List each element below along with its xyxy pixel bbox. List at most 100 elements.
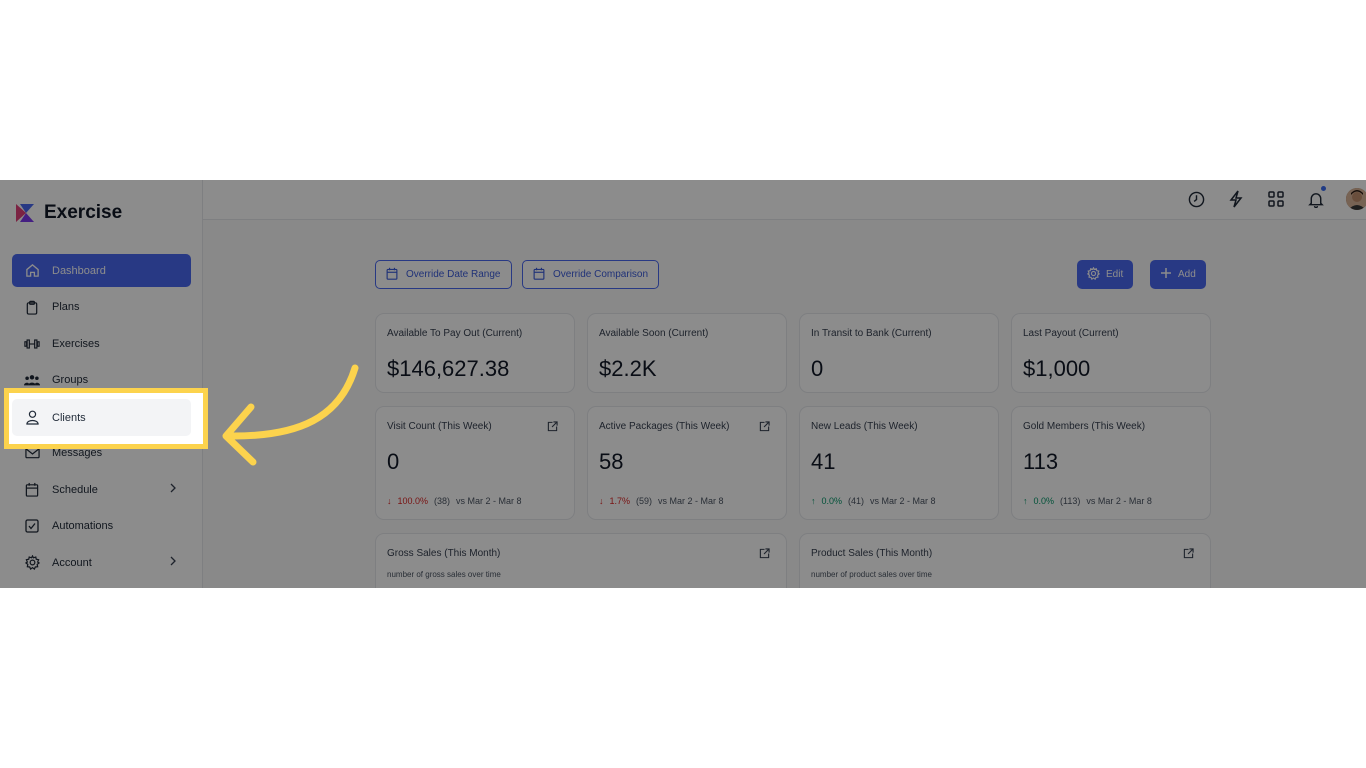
stat-comparison: ↑ 0.0% (113) vs Mar 2 - Mar 8 xyxy=(1023,496,1152,506)
stat-value: 113 xyxy=(1023,449,1059,474)
stat-card-visit-count: Visit Count (This Week) 0 ↓ 100.0% (38) … xyxy=(375,406,575,520)
stat-previous: (59) xyxy=(636,496,653,506)
groups-icon xyxy=(24,372,40,388)
lightning-icon[interactable] xyxy=(1226,188,1246,210)
stat-value: $146,627.38 xyxy=(387,356,510,381)
sidebar-item-account[interactable]: Account xyxy=(12,546,191,579)
sidebar-item-label: Clients xyxy=(52,411,86,424)
stat-change: 100.0% xyxy=(397,496,429,506)
stat-comparison: ↓ 100.0% (38) vs Mar 2 - Mar 8 xyxy=(387,496,522,506)
stat-card-available-payout: Available To Pay Out (Current) $146,627.… xyxy=(375,313,575,393)
app-name: Exercise xyxy=(44,202,123,223)
stat-label: Gold Members (This Week) xyxy=(1023,421,1146,432)
stat-card-new-leads: New Leads (This Week) 41 ↑ 0.0% (41) vs … xyxy=(799,406,999,520)
dumbbell-icon xyxy=(24,336,40,352)
stat-period: vs Mar 2 - Mar 8 xyxy=(456,496,522,506)
sidebar-item-label: Automations xyxy=(52,520,114,532)
home-icon xyxy=(24,263,40,279)
gear-icon xyxy=(1086,266,1101,283)
chart-subtitle: number of gross sales over time xyxy=(387,570,501,579)
stat-label: In Transit to Bank (Current) xyxy=(811,328,932,339)
arrow-up-icon: ↑ xyxy=(811,496,816,506)
topbar xyxy=(203,180,1366,220)
stat-period: vs Mar 2 - Mar 8 xyxy=(1086,496,1152,506)
chevron-right-icon xyxy=(169,483,177,496)
chart-card-product-sales: Product Sales (This Month) number of pro… xyxy=(799,533,1211,588)
stat-label: Available Soon (Current) xyxy=(599,328,709,339)
stat-comparison: ↑ 0.0% (41) vs Mar 2 - Mar 8 xyxy=(811,496,936,506)
edit-button[interactable]: Edit xyxy=(1077,260,1134,289)
arrow-up-icon: ↑ xyxy=(1023,496,1028,506)
stat-period: vs Mar 2 - Mar 8 xyxy=(870,496,936,506)
stat-previous: (38) xyxy=(434,496,451,506)
stat-value: $1,000 xyxy=(1023,356,1091,381)
stat-value: 58 xyxy=(599,449,624,474)
stat-period: vs Mar 2 - Mar 8 xyxy=(658,496,724,506)
sidebar-item-label: Dashboard xyxy=(52,264,106,277)
sidebar-item-label: Schedule xyxy=(52,483,98,496)
chart-title: Gross Sales (This Month) xyxy=(387,548,501,559)
stat-change: 0.0% xyxy=(821,496,843,506)
pointer-arrow-icon xyxy=(222,364,359,466)
stat-card-in-transit: In Transit to Bank (Current) 0 xyxy=(799,313,999,393)
stat-card-active-packages: Active Packages (This Week) 58 ↓ 1.7% (5… xyxy=(587,406,787,520)
sidebar-item-clients-highlighted[interactable]: Clients xyxy=(12,399,191,436)
stat-value: $2.2K xyxy=(599,356,657,381)
logo-icon xyxy=(14,202,36,224)
sidebar-item-label: Account xyxy=(52,556,92,569)
avatar[interactable] xyxy=(1346,188,1366,210)
stat-change: 1.7% xyxy=(609,496,631,506)
external-link-icon[interactable] xyxy=(547,419,558,437)
add-button[interactable]: Add xyxy=(1150,260,1206,289)
stat-previous: (113) xyxy=(1060,496,1081,506)
sidebar-item-schedule[interactable]: Schedule xyxy=(12,473,191,506)
main-content: Override Date Range Override Comparison … xyxy=(203,220,1366,588)
topbar-icons xyxy=(1186,186,1366,210)
bell-icon[interactable] xyxy=(1306,186,1326,210)
calendar-icon xyxy=(533,267,545,283)
sidebar-item-automations[interactable]: Automations xyxy=(12,510,191,543)
sidebar-item-dashboard[interactable]: Dashboard xyxy=(12,254,191,287)
add-label: Add xyxy=(1178,269,1196,280)
override-comparison-label: Override Comparison xyxy=(553,269,649,280)
stat-previous: (41) xyxy=(848,496,865,506)
sidebar: Exercise Dashboard Plans Exercises Group… xyxy=(0,180,203,588)
notification-dot xyxy=(1321,186,1326,191)
chevron-right-icon xyxy=(169,556,177,569)
grid-icon[interactable] xyxy=(1266,188,1286,210)
stat-card-gold-members: Gold Members (This Week) 113 ↑ 0.0% (113… xyxy=(1011,406,1211,520)
sidebar-item-label: Groups xyxy=(52,374,89,386)
sidebar-item-exercises[interactable]: Exercises xyxy=(12,327,191,360)
stat-card-available-soon: Available Soon (Current) $2.2K xyxy=(587,313,787,393)
clipboard-icon xyxy=(24,299,40,315)
calendar-icon xyxy=(386,267,398,283)
stat-label: Visit Count (This Week) xyxy=(387,421,492,432)
edit-label: Edit xyxy=(1106,269,1124,280)
override-date-range-button[interactable]: Override Date Range xyxy=(375,260,512,289)
gear-icon xyxy=(24,555,40,571)
stat-label: Active Packages (This Week) xyxy=(599,421,730,432)
external-link-icon[interactable] xyxy=(759,546,770,564)
stat-label: New Leads (This Week) xyxy=(811,421,918,432)
override-date-range-label: Override Date Range xyxy=(406,269,501,280)
user-icon xyxy=(24,410,40,426)
clock-icon[interactable] xyxy=(1186,188,1206,210)
logo[interactable]: Exercise xyxy=(14,202,122,224)
app-frame: Exercise Dashboard Plans Exercises Group… xyxy=(0,180,1366,588)
external-link-icon[interactable] xyxy=(1183,546,1194,564)
stat-label: Available To Pay Out (Current) xyxy=(387,328,523,339)
check-square-icon xyxy=(24,518,40,534)
override-comparison-button[interactable]: Override Comparison xyxy=(522,260,660,289)
arrow-down-icon: ↓ xyxy=(599,496,604,506)
stat-change: 0.0% xyxy=(1033,496,1055,506)
chart-title: Product Sales (This Month) xyxy=(811,548,933,559)
stat-comparison: ↓ 1.7% (59) vs Mar 2 - Mar 8 xyxy=(599,496,724,506)
sidebar-item-label: Exercises xyxy=(52,337,100,350)
sidebar-item-plans[interactable]: Plans xyxy=(12,291,191,324)
chart-subtitle: number of product sales over time xyxy=(811,570,932,579)
chart-card-gross-sales: Gross Sales (This Month) number of gross… xyxy=(375,533,787,588)
plus-icon xyxy=(1160,267,1172,282)
sidebar-item-label: Plans xyxy=(52,301,80,313)
external-link-icon[interactable] xyxy=(759,419,770,437)
stat-label: Last Payout (Current) xyxy=(1023,328,1119,339)
